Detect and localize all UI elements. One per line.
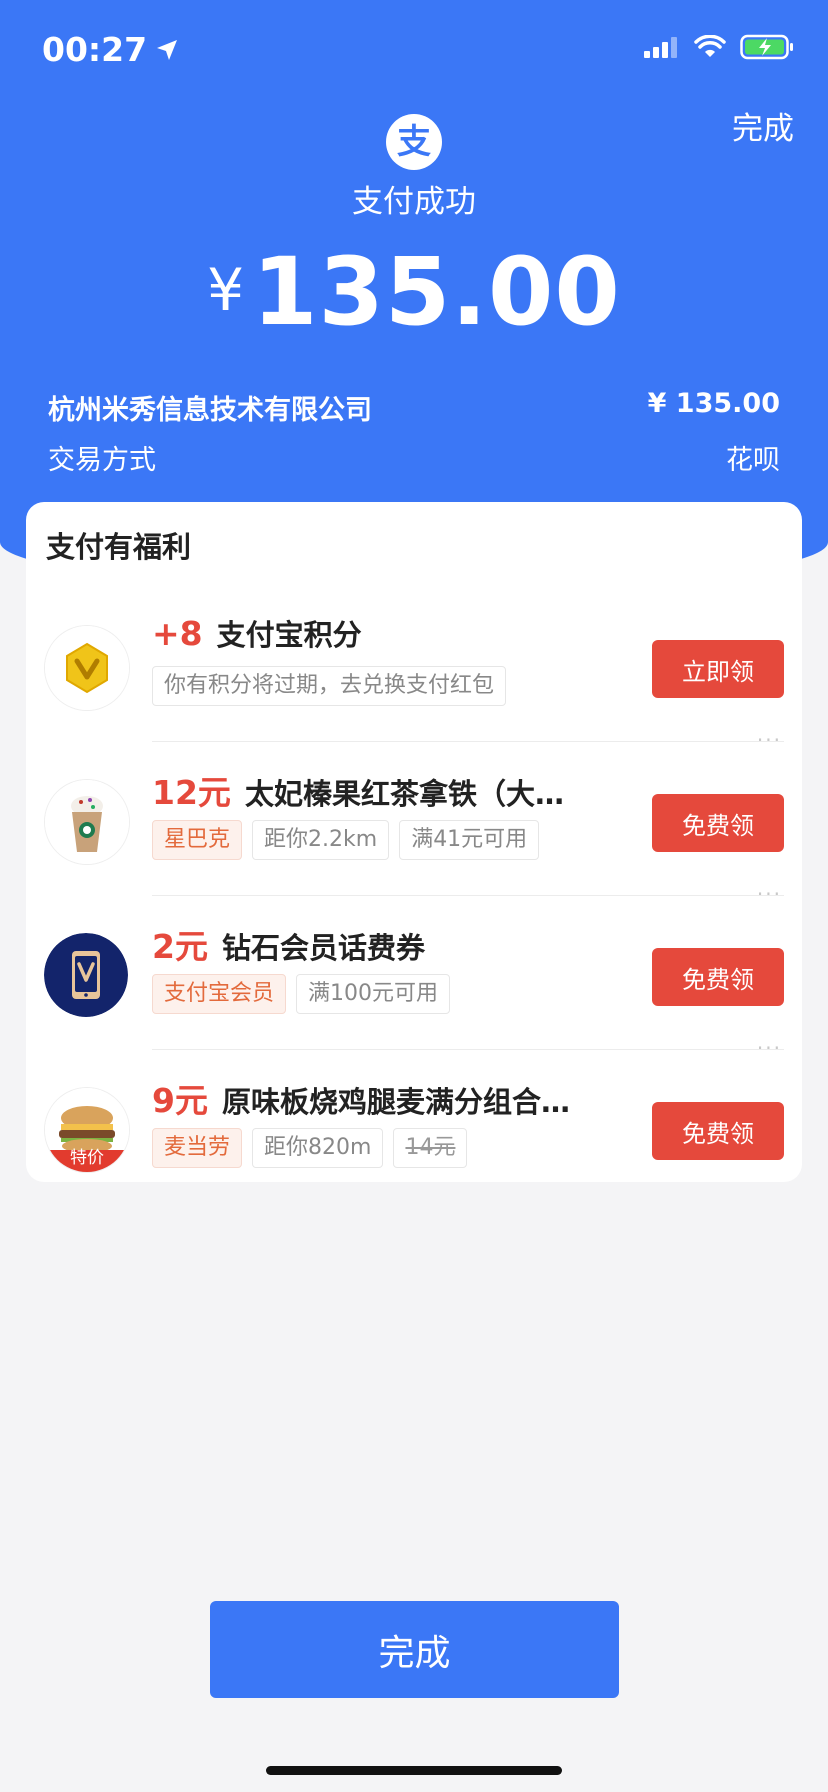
offer-distance-tag: 距你820m [252, 1128, 384, 1168]
offer-brand-tag: 星巴克 [152, 820, 243, 860]
offer-item-starbucks[interactable]: ··· 12元 太妃榛果红茶拿铁（大杯… 星巴克 距你2.2km 满41元可用 免… [26, 728, 802, 896]
currency-symbol: ¥ [207, 256, 245, 324]
top-done-button[interactable]: 完成 [732, 103, 794, 148]
payment-method-value: 花呗 [726, 445, 780, 476]
more-options-icon[interactable]: ··· [757, 728, 782, 752]
gold-coin-icon [44, 625, 130, 711]
burger-image: 特价 [44, 1087, 130, 1173]
payment-status: 支付成功 [352, 184, 476, 220]
offer-value: 2元 [152, 927, 208, 966]
offer-brand-tag: 麦当劳 [152, 1128, 243, 1168]
starbucks-drink-image [44, 779, 130, 865]
home-indicator [266, 1766, 562, 1775]
alipay-logo: 支 [386, 114, 442, 170]
offer-headline: 12元 太妃榛果红茶拿铁（大杯… [152, 766, 572, 814]
status-icons [644, 34, 794, 60]
offer-value: +8 [152, 614, 203, 653]
offer-title: 支付宝积分 [216, 618, 362, 652]
offer-tag: 你有积分将过期，去兑换支付红包 [152, 666, 507, 706]
offer-title: 钻石会员话费券 [221, 931, 425, 965]
offer-brand-tag: 支付宝会员 [152, 974, 287, 1014]
claim-button[interactable]: 免费领 [652, 1102, 784, 1160]
offer-tags: 支付宝会员 满100元可用 [152, 974, 451, 1014]
special-price-badge: 特价 [70, 1148, 104, 1168]
amount-value: 135.00 [252, 238, 621, 347]
offer-value: 12元 [152, 773, 231, 812]
payment-method-row: 交易方式 花呗 [48, 438, 780, 477]
payment-amount: ¥135.00 [0, 238, 828, 347]
status-bar: 00:27 [0, 0, 828, 100]
merchant-amount: ¥ 135.00 [647, 388, 780, 419]
offer-tags: 麦当劳 距你820m 14元 [152, 1128, 468, 1168]
offer-distance-tag: 距你2.2km [252, 820, 390, 860]
claim-button[interactable]: 免费领 [652, 948, 784, 1006]
original-price-tag: 14元 [393, 1128, 468, 1168]
claim-button[interactable]: 免费领 [652, 794, 784, 852]
battery-charging-icon [740, 34, 793, 60]
payment-method-label: 交易方式 [48, 445, 156, 476]
claim-button[interactable]: 立即领 [652, 640, 784, 698]
merchant-row: 杭州米秀信息技术有限公司 ¥ 135.00 [48, 388, 780, 427]
signal-icon [644, 37, 677, 58]
offer-title: 原味板烧鸡腿麦满分组合… [221, 1085, 570, 1119]
offer-tags: 你有积分将过期，去兑换支付红包 [152, 666, 507, 706]
offer-item-points[interactable]: +8 支付宝积分 你有积分将过期，去兑换支付红包 立即领 [26, 588, 802, 742]
location-arrow-icon [157, 39, 178, 60]
done-button[interactable]: 完成 [210, 1601, 619, 1698]
offer-item-phone-voucher[interactable]: ··· 2元 钻石会员话费券 支付宝会员 满100元可用 免费领 [26, 882, 802, 1050]
status-time: 00:27 [42, 30, 179, 69]
offer-condition-tag: 满41元可用 [399, 820, 540, 860]
offer-title: 太妃榛果红茶拿铁（大杯… [244, 777, 572, 811]
wifi-icon [694, 35, 726, 57]
offer-tags: 星巴克 距你2.2km 满41元可用 [152, 820, 540, 860]
offer-value: 9元 [152, 1081, 208, 1120]
more-options-icon[interactable]: ··· [757, 882, 782, 906]
benefits-title: 支付有福利 [46, 530, 192, 564]
offer-headline: 2元 钻石会员话费券 [152, 920, 572, 968]
benefits-card: 支付有福利 +8 支付宝积分 你有积分将过期，去兑换支付红包 立即领 ··· 1… [26, 502, 802, 1182]
offer-item-mcdonalds[interactable]: ··· 特价 9元 原味板烧鸡腿麦满分组合… 麦当劳 距你820m 14元 免费领 [26, 1036, 802, 1204]
offer-condition-tag: 满100元可用 [296, 974, 451, 1014]
offer-headline: 9元 原味板烧鸡腿麦满分组合… [152, 1074, 572, 1122]
more-options-icon[interactable]: ··· [757, 1036, 782, 1060]
phone-voucher-icon [44, 933, 128, 1017]
merchant-name: 杭州米秀信息技术有限公司 [48, 395, 372, 426]
offer-headline: +8 支付宝积分 [152, 612, 572, 654]
